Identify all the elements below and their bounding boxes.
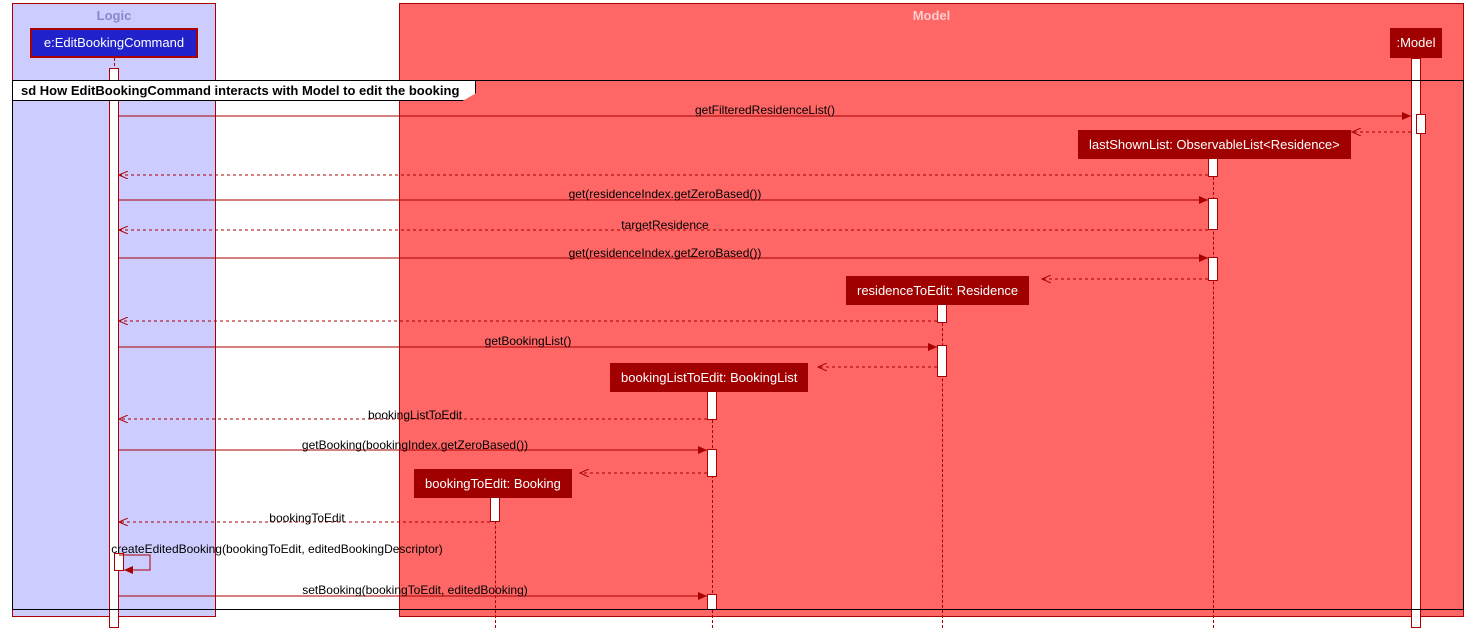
activation-lastshownlist-3: [1208, 257, 1218, 281]
activation-bookinglist-1: [707, 390, 717, 420]
activation-residencetoedit-2: [937, 345, 947, 377]
object-residencetoedit: residenceToEdit: Residence: [846, 276, 1029, 305]
msg-get1: get(residenceIndex.getZeroBased()): [569, 187, 762, 201]
activation-lastshownlist-1: [1208, 157, 1218, 177]
object-bookinglisttoedit: bookingListToEdit: BookingList: [610, 363, 808, 392]
msg-createeditedbooking: createEditedBooking(bookingToEdit, edite…: [111, 542, 443, 556]
model-box-title: Model: [400, 8, 1463, 23]
msg-return-bookinglist: bookingListToEdit: [368, 408, 462, 422]
model-head: :Model: [1390, 28, 1442, 58]
activation-bookinglist-3: [707, 594, 717, 610]
msg-getbooking: getBooking(bookingIndex.getZeroBased()): [302, 438, 528, 452]
msg-get2: get(residenceIndex.getZeroBased()): [569, 246, 762, 260]
msg-getbookinglist: getBookingList(): [485, 334, 572, 348]
object-lastshownlist: lastShownList: ObservableList<Residence>: [1078, 130, 1351, 159]
activation-lastshownlist-2: [1208, 198, 1218, 230]
msg-return-bookingtoedit: bookingToEdit: [269, 511, 344, 525]
activation-bookinglist-2: [707, 449, 717, 477]
activation-bookingtoedit: [490, 496, 500, 522]
activation-model-main: [1411, 58, 1421, 628]
logic-box-title: Logic: [13, 8, 215, 23]
msg-targetresidence: targetResidence: [621, 218, 708, 232]
object-bookingtoedit: bookingToEdit: Booking: [414, 469, 572, 498]
msg-getfilteredresidencelist: getFilteredResidenceList(): [695, 103, 835, 117]
lifeline-bookinglisttoedit: [712, 390, 713, 628]
edit-booking-command-head: e:EditBookingCommand: [30, 28, 198, 58]
activation-model-call: [1416, 114, 1426, 134]
msg-setbooking: setBooking(bookingToEdit, editedBooking): [302, 583, 527, 597]
model-group-box: Model: [399, 3, 1464, 617]
activation-residencetoedit-1: [937, 303, 947, 323]
